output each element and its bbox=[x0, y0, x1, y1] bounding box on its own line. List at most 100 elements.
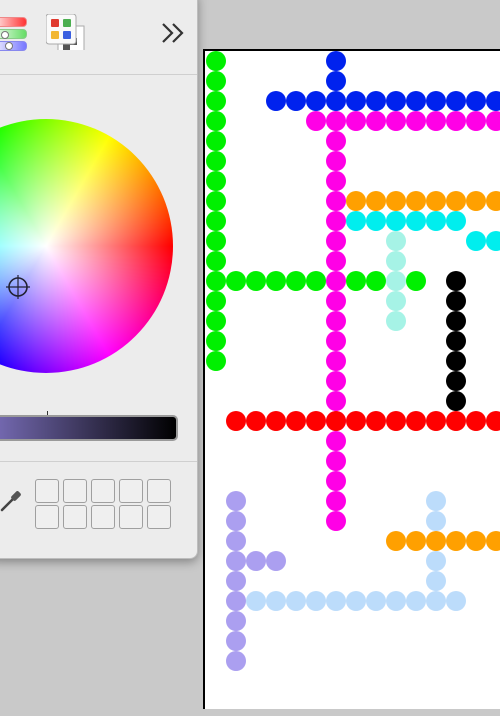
paint-dot-green bbox=[226, 271, 246, 291]
paint-dot-magenta bbox=[326, 291, 346, 311]
paint-dot-orange bbox=[466, 191, 486, 211]
color-swatch-slot[interactable] bbox=[63, 505, 87, 529]
paint-dot-red bbox=[346, 411, 366, 431]
color-wheel[interactable] bbox=[0, 119, 173, 373]
paint-dot-magenta bbox=[326, 351, 346, 371]
paint-dot-aqua bbox=[386, 251, 406, 271]
paint-dot-magenta bbox=[326, 331, 346, 351]
crosshair-icon[interactable] bbox=[6, 275, 30, 299]
paint-dot-magenta bbox=[326, 371, 346, 391]
paint-dot-lavender bbox=[246, 551, 266, 571]
paint-dot-magenta bbox=[486, 111, 500, 131]
paint-dot-green bbox=[206, 311, 226, 331]
color-swatch-slot[interactable] bbox=[119, 505, 143, 529]
paint-dot-blue bbox=[446, 91, 466, 111]
paint-dot-magenta bbox=[326, 271, 346, 291]
paint-dot-cyan bbox=[406, 211, 426, 231]
slider-thumb-icon[interactable] bbox=[5, 42, 13, 50]
paint-dot-green bbox=[206, 231, 226, 251]
paint-dot-cyan bbox=[366, 211, 386, 231]
paint-dot-blue bbox=[326, 51, 346, 71]
paint-dot-green bbox=[206, 191, 226, 211]
paint-dot-red bbox=[446, 411, 466, 431]
paint-dot-lightblue bbox=[326, 591, 346, 611]
color-swatch-slot[interactable] bbox=[35, 505, 59, 529]
paint-dot-orange bbox=[486, 191, 500, 211]
color-picker-panel bbox=[0, 0, 198, 559]
paint-dot-blue bbox=[326, 91, 346, 111]
paint-dot-green bbox=[206, 331, 226, 351]
paint-dot-green bbox=[366, 271, 386, 291]
chevron-double-right-icon[interactable] bbox=[161, 22, 187, 44]
paint-dot-magenta bbox=[406, 111, 426, 131]
paint-dot-lightblue bbox=[366, 591, 386, 611]
paint-dot-red bbox=[246, 411, 266, 431]
paint-dot-orange bbox=[446, 531, 466, 551]
color-swatch-slot[interactable] bbox=[63, 479, 87, 503]
brightness-slider[interactable] bbox=[0, 415, 178, 441]
eyedropper-icon[interactable] bbox=[0, 487, 25, 513]
paint-dot-red bbox=[426, 411, 446, 431]
paint-dot-orange bbox=[346, 191, 366, 211]
paint-dot-red bbox=[286, 411, 306, 431]
drawing-canvas[interactable] bbox=[203, 49, 500, 709]
paint-dot-lightblue bbox=[246, 591, 266, 611]
paint-dot-magenta bbox=[326, 251, 346, 271]
slider-thumb-icon[interactable] bbox=[1, 31, 9, 39]
paint-dot-blue bbox=[266, 91, 286, 111]
color-swatch-slot[interactable] bbox=[147, 505, 171, 529]
paint-dot-magenta bbox=[346, 111, 366, 131]
paint-dot-orange bbox=[466, 531, 486, 551]
paint-dot-orange bbox=[446, 191, 466, 211]
color-swatch-slot[interactable] bbox=[147, 479, 171, 503]
paint-dot-lightblue bbox=[426, 571, 446, 591]
paint-dot-magenta bbox=[326, 471, 346, 491]
paint-dot-orange bbox=[426, 191, 446, 211]
paint-dot-cyan bbox=[486, 231, 500, 251]
paint-dot-black bbox=[446, 331, 466, 351]
paint-dot-black bbox=[446, 391, 466, 411]
paint-dot-red bbox=[326, 411, 346, 431]
paint-dot-lightblue bbox=[406, 591, 426, 611]
paint-dot-black bbox=[446, 311, 466, 331]
paint-dot-red bbox=[466, 411, 486, 431]
paint-dot-lightblue bbox=[286, 591, 306, 611]
paint-dot-magenta bbox=[326, 431, 346, 451]
paint-dot-black bbox=[446, 271, 466, 291]
paint-dot-green bbox=[206, 91, 226, 111]
paint-dot-blue bbox=[386, 91, 406, 111]
paint-dot-lightblue bbox=[386, 591, 406, 611]
color-swatch-slot[interactable] bbox=[91, 479, 115, 503]
color-swatch-slot[interactable] bbox=[119, 479, 143, 503]
paint-dot-lightblue bbox=[426, 491, 446, 511]
paint-dot-lavender bbox=[226, 631, 246, 651]
paint-dot-orange bbox=[386, 191, 406, 211]
paint-dot-magenta bbox=[326, 171, 346, 191]
paint-dot-green bbox=[206, 211, 226, 231]
paint-dot-magenta bbox=[426, 111, 446, 131]
paint-dot-cyan bbox=[446, 211, 466, 231]
paint-dot-magenta bbox=[326, 111, 346, 131]
red-slider[interactable] bbox=[0, 17, 27, 27]
color-swatch-slot[interactable] bbox=[91, 505, 115, 529]
paint-dot-green bbox=[206, 171, 226, 191]
paint-dot-green bbox=[246, 271, 266, 291]
paint-dot-black bbox=[446, 351, 466, 371]
paint-dot-lightblue bbox=[346, 591, 366, 611]
paint-dot-aqua bbox=[386, 271, 406, 291]
paint-dot-magenta bbox=[326, 311, 346, 331]
paint-dot-lavender bbox=[226, 651, 246, 671]
paint-dot-orange bbox=[486, 531, 500, 551]
paint-dot-green bbox=[206, 51, 226, 71]
paint-dot-lavender bbox=[226, 511, 246, 531]
paint-dot-green bbox=[406, 271, 426, 291]
paint-dot-aqua bbox=[386, 291, 406, 311]
color-palette-icon[interactable] bbox=[45, 13, 86, 53]
paint-dot-cyan bbox=[346, 211, 366, 231]
paint-dot-cyan bbox=[466, 231, 486, 251]
paint-dot-red bbox=[226, 411, 246, 431]
paint-dot-black bbox=[446, 371, 466, 391]
paint-dot-magenta bbox=[326, 491, 346, 511]
color-swatch-slot[interactable] bbox=[35, 479, 59, 503]
paint-dot-orange bbox=[406, 531, 426, 551]
